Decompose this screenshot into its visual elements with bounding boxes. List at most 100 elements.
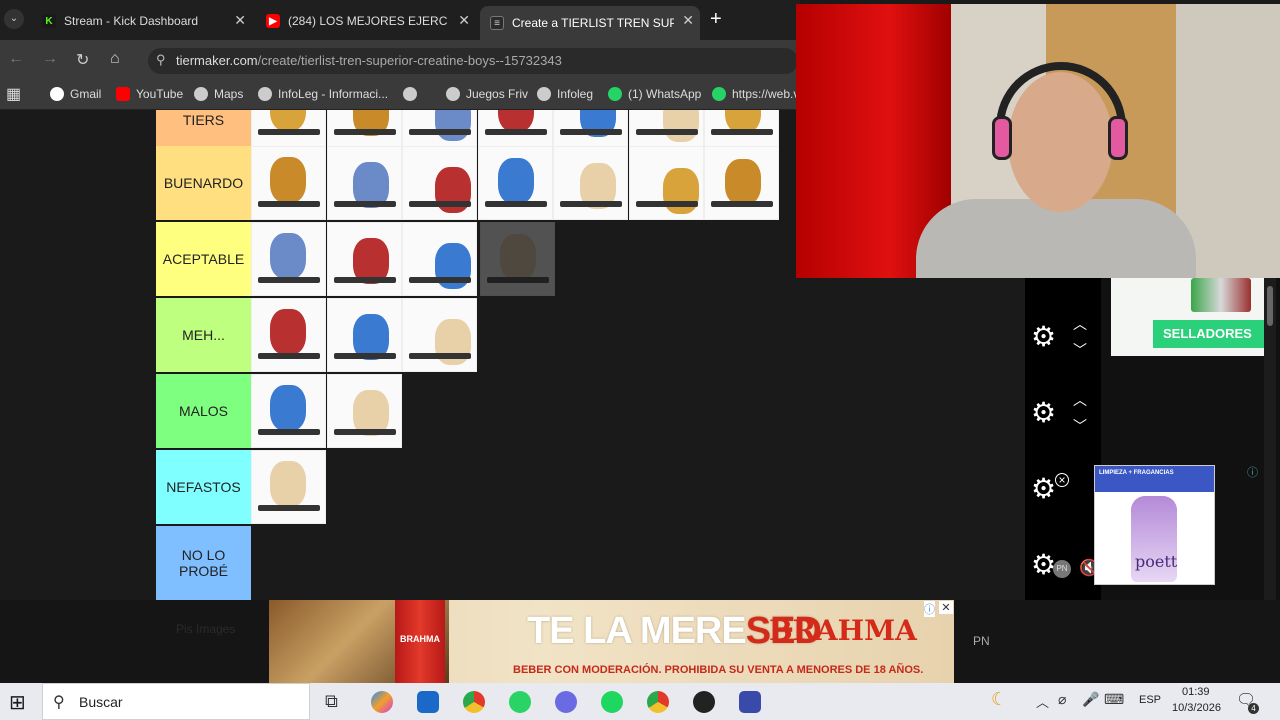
selladores-ad[interactable]: SELLADORES (1111, 278, 1265, 356)
chevron-up-icon[interactable]: ︿ (1036, 692, 1049, 711)
exercise-image[interactable] (477, 146, 553, 220)
exercise-image[interactable] (251, 450, 326, 524)
exercise-image[interactable] (251, 374, 326, 448)
bookmark-web-whatsapp[interactable]: https://web.v (712, 87, 799, 101)
exercise-image[interactable] (402, 298, 477, 372)
close-tab-icon[interactable]: ✕ (234, 12, 246, 29)
ad-info-icon[interactable]: ⓘ (924, 601, 935, 617)
bookmark-whatsapp[interactable]: (1) WhatsApp (608, 87, 701, 101)
exercise-image[interactable] (704, 146, 779, 220)
tab-kick-dashboard[interactable]: K Stream - Kick Dashboard ✕ (32, 6, 252, 36)
exercise-image[interactable] (628, 146, 704, 220)
close-ad-icon[interactable]: × (1055, 473, 1069, 487)
chevron-down-icon[interactable]: ﹀ (1073, 340, 1087, 360)
microphone-icon[interactable]: 🎤 (1082, 691, 1099, 708)
bookmark-gmail[interactable]: Gmail (50, 87, 101, 101)
weather-moon-icon[interactable]: ☾ (991, 689, 1007, 710)
tier-label[interactable]: MEH... (156, 298, 251, 372)
new-tab-button[interactable]: + (710, 8, 722, 31)
equipment-figure (484, 129, 547, 135)
task-view-icon[interactable]: ⧉ (325, 691, 338, 712)
exercise-image[interactable] (553, 110, 628, 148)
exercise-image[interactable] (402, 222, 477, 296)
exercise-figure (499, 234, 536, 280)
windows-start-icon[interactable]: ⊞ (9, 690, 26, 715)
exercise-image[interactable] (326, 222, 402, 296)
keyboard-icon[interactable]: ⌨ (1104, 691, 1124, 708)
discord-icon[interactable] (555, 691, 577, 713)
bookmark-juegos-friv[interactable]: Juegos Friv (446, 87, 528, 101)
close-tab-icon[interactable]: ✕ (682, 12, 694, 29)
forward-icon[interactable]: → (42, 50, 58, 68)
tier-label[interactable]: BUENARDO (156, 146, 251, 220)
exercise-image[interactable] (704, 110, 779, 148)
tier-label[interactable]: ACEPTABLE (156, 222, 251, 296)
bookmark-youtube[interactable]: YouTube (116, 87, 183, 101)
chrome-profile-icon[interactable] (647, 691, 669, 713)
exercise-figure (497, 158, 534, 204)
tier-label[interactable]: NEFASTOS (156, 450, 251, 524)
bookmark-infoleg-info[interactable]: InfoLeg - Informaci... (258, 87, 388, 101)
equipment-figure (635, 129, 698, 135)
close-tab-icon[interactable]: ✕ (458, 12, 470, 29)
exercise-image[interactable] (553, 146, 628, 220)
brahma-ad[interactable]: BRAHMA TE LA MERESED BRAHMA BEBER CON MO… (269, 600, 954, 683)
gear-icon[interactable]: ⚙ (1031, 396, 1056, 429)
reload-icon[interactable]: ↻ (76, 50, 89, 70)
tab-tiermaker[interactable]: ≡ Create a TIERLIST TREN SUPERI ✕ (480, 6, 700, 40)
exercise-image[interactable] (326, 374, 402, 448)
apps-icon[interactable]: ▦ (6, 84, 21, 104)
exercise-image[interactable] (326, 110, 402, 148)
gear-icon[interactable]: ⚙ (1031, 548, 1056, 581)
poett-ad[interactable]: LIMPIEZA + FRAGANCIAS poett (1094, 465, 1215, 585)
exercise-figure (662, 168, 699, 214)
url-field[interactable]: ⚲ tiermaker.com/create/tierlist-tren-sup… (148, 48, 798, 74)
chevron-down-icon[interactable]: ﹀ (1073, 416, 1087, 436)
tab-title: Stream - Kick Dashboard (64, 14, 199, 28)
network-icon[interactable]: ⌀ (1058, 691, 1066, 708)
chrome-icon[interactable] (463, 691, 485, 713)
bookmark-globe[interactable] (403, 87, 423, 101)
exercise-image[interactable] (477, 110, 553, 148)
video-editor-icon[interactable] (739, 691, 761, 713)
chevron-up-icon[interactable]: ︿ (1073, 314, 1087, 334)
clock-time[interactable]: 01:39 (1182, 686, 1210, 698)
tier-label[interactable]: MALOS (156, 374, 251, 448)
copilot-icon[interactable] (371, 691, 393, 713)
back-icon[interactable]: ← (8, 50, 24, 68)
exercise-image[interactable] (479, 222, 555, 296)
bookmark-infoleg[interactable]: Infoleg (537, 87, 593, 101)
equipment-figure (560, 129, 622, 135)
whatsapp-icon[interactable] (509, 691, 531, 713)
gear-icon[interactable]: ⚙ (1031, 320, 1056, 353)
ad-close-icon[interactable]: ✕ (939, 601, 953, 614)
exercise-image[interactable] (628, 110, 704, 148)
scrollbar-thumb[interactable] (1267, 286, 1273, 326)
exercise-image[interactable] (402, 146, 477, 220)
chevron-up-icon[interactable]: ︿ (1073, 390, 1087, 410)
exercise-image[interactable] (251, 222, 326, 296)
info-icon[interactable]: ⓘ (1247, 464, 1258, 480)
exercise-image[interactable] (402, 110, 477, 148)
exercise-image[interactable] (326, 146, 402, 220)
clock-date[interactable]: 10/3/2026 (1172, 702, 1221, 714)
exercise-image[interactable] (251, 146, 326, 220)
outlook-icon[interactable] (417, 691, 439, 713)
bookmark-maps[interactable]: Maps (194, 87, 243, 101)
home-icon[interactable]: ⌂ (110, 50, 120, 68)
language-indicator[interactable]: ESP (1139, 694, 1161, 706)
exercise-image[interactable] (251, 110, 326, 148)
obs-icon[interactable] (693, 691, 715, 713)
exercise-image[interactable] (326, 298, 402, 372)
pn-badge: PN (1053, 560, 1071, 578)
tier-label[interactable]: TIERS (156, 110, 251, 148)
gear-icon[interactable]: ⚙ (1031, 472, 1056, 505)
tab-list-button[interactable]: ⌄ (4, 9, 24, 29)
equipment-figure (258, 429, 320, 435)
site-info-icon[interactable]: ⚲ (156, 52, 166, 68)
taskbar-search[interactable]: ⚲ Buscar (42, 683, 310, 720)
tier-label[interactable]: NO LO PROBÉ (156, 526, 251, 600)
tab-youtube[interactable]: ▶ (284) LOS MEJORES EJERCICIOS ✕ (256, 6, 476, 36)
exercise-image[interactable] (251, 298, 326, 372)
spotify-icon[interactable] (601, 691, 623, 713)
